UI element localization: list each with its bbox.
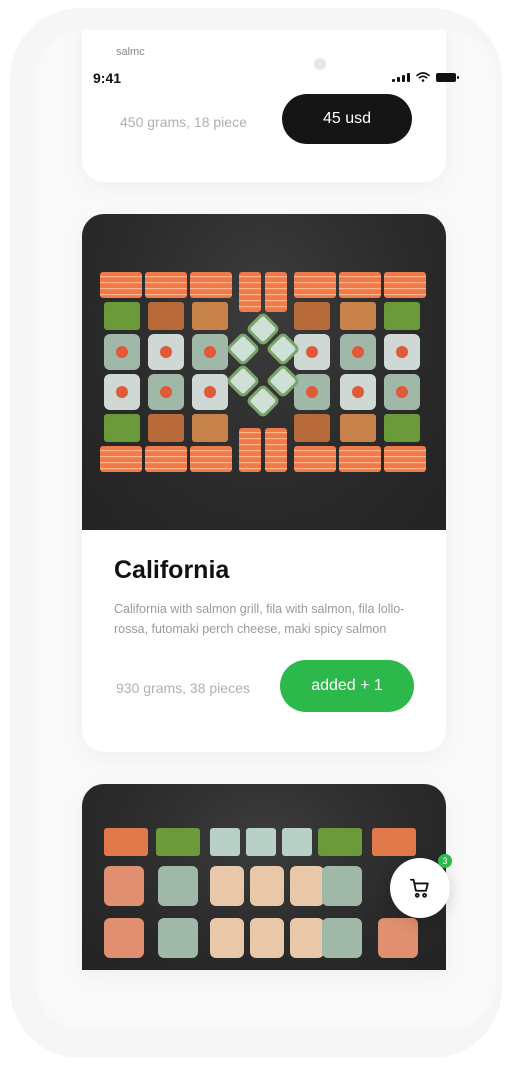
sushi-set-photo [82,214,446,530]
price-button[interactable]: 45 usd [282,94,412,144]
cart-icon [409,878,429,898]
cart-button[interactable]: 3 [390,854,452,918]
camera-dot [314,58,326,70]
battery-icon [436,72,459,82]
phone-screen: salmc 9:41 450 grams, 18 piece 45 usd Ca… [36,30,496,1030]
added-to-cart-button[interactable]: added + 1 [280,660,414,712]
product-description: California with salmon grill, fila with … [114,602,405,636]
cut-off-text: salmc [116,46,145,58]
phone-frame: salmc 9:41 450 grams, 18 piece 45 usd Ca… [10,8,502,1058]
product-weight: 930 grams, 38 pieces [116,680,250,696]
wifi-icon [416,72,430,82]
product-title: California [114,556,230,584]
product-weight: 450 grams, 18 piece [120,114,247,130]
status-time: 9:41 [93,70,122,86]
cart-badge: 3 [438,854,452,868]
status-icons [392,72,459,82]
status-bar: salmc 9:41 [36,30,496,100]
product-card-california: California California with salmon grill,… [82,214,446,752]
signal-icon [392,72,410,82]
